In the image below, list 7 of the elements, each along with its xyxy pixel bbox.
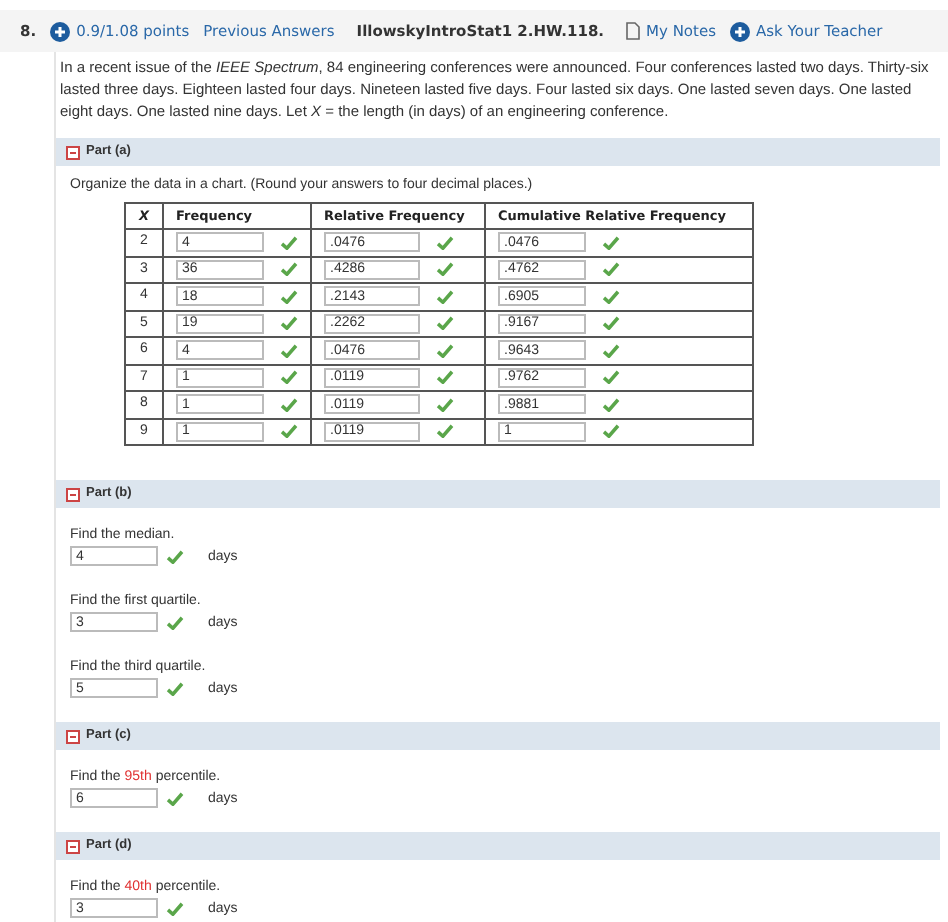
plus-circle-icon (50, 21, 71, 41)
collapse-icon[interactable] (66, 729, 80, 743)
collapse-icon[interactable] (66, 487, 80, 501)
collapse-icon[interactable] (66, 839, 80, 853)
note-icon (626, 22, 641, 40)
plus-circle-icon (730, 21, 750, 41)
collapse-icon[interactable] (66, 145, 80, 159)
